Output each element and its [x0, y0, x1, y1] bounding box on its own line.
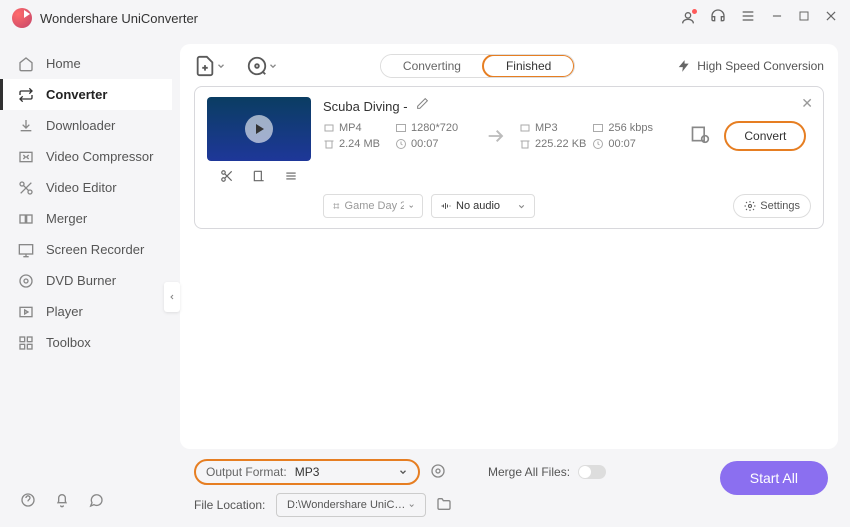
dst-size: 225.22 KB: [535, 138, 586, 150]
video-thumbnail[interactable]: [207, 97, 311, 161]
file-card: ✕ Scuba Diving -: [194, 86, 824, 229]
sidebar-item-recorder[interactable]: Screen Recorder: [0, 234, 172, 265]
sidebar: Home Converter Downloader Video Compress…: [0, 36, 172, 527]
high-speed-label[interactable]: High Speed Conversion: [677, 59, 824, 73]
titlebar: Wondershare UniConverter: [0, 0, 850, 36]
output-settings-icon[interactable]: [690, 124, 710, 149]
meta-grid: MP4 2.24 MB 1280*720 00:07 MP3 225.22 KB: [323, 121, 811, 151]
sidebar-label: Screen Recorder: [46, 242, 144, 257]
start-all-button[interactable]: Start All: [720, 461, 828, 495]
support-icon[interactable]: [710, 8, 726, 29]
sidebar-label: Downloader: [46, 118, 115, 133]
high-speed-text: High Speed Conversion: [697, 59, 824, 73]
arrow-icon: [485, 125, 507, 147]
main-layout: Home Converter Downloader Video Compress…: [0, 36, 850, 527]
maximize-icon[interactable]: [798, 9, 810, 27]
merge-label: Merge All Files:: [488, 465, 570, 479]
tool-icons: [194, 55, 278, 77]
file-info: Scuba Diving - MP4 2.24 MB 1280*720 00:0…: [323, 97, 811, 188]
subtitle-value: Game Day 201...: [345, 200, 404, 212]
collapse-sidebar-button[interactable]: [164, 282, 180, 312]
audio-select[interactable]: No audio: [431, 194, 535, 218]
dst-bitrate: 256 kbps: [608, 122, 653, 134]
sidebar-item-merger[interactable]: Merger: [0, 203, 172, 234]
sidebar-label: Player: [46, 304, 83, 319]
footer-icons: [20, 492, 104, 513]
account-icon[interactable]: [680, 10, 696, 26]
src-res: 1280*720: [411, 122, 458, 134]
preview-icon[interactable]: [430, 463, 446, 482]
tab-converting[interactable]: Converting: [381, 55, 483, 77]
minimize-icon[interactable]: [770, 9, 784, 28]
thumb-tools: [207, 169, 311, 188]
sidebar-item-editor[interactable]: Video Editor: [0, 172, 172, 203]
notification-icon[interactable]: [54, 492, 70, 513]
crop-icon[interactable]: [252, 169, 266, 188]
file-location-select[interactable]: D:\Wondershare UniConverter: [276, 493, 426, 517]
output-format-value: MP3: [295, 465, 320, 479]
app-logo-icon: [12, 8, 32, 28]
sidebar-label: Home: [46, 56, 81, 71]
sidebar-item-compressor[interactable]: Video Compressor: [0, 141, 172, 172]
more-icon[interactable]: [284, 169, 298, 188]
content: Converting Finished High Speed Conversio…: [172, 36, 850, 527]
add-dvd-button[interactable]: [246, 55, 278, 77]
add-file-button[interactable]: [194, 55, 226, 77]
file-location-value: D:\Wondershare UniConverter: [287, 499, 408, 511]
sidebar-item-home[interactable]: Home: [0, 48, 172, 79]
thumb-wrap: [207, 97, 311, 188]
sidebar-item-dvd[interactable]: DVD Burner: [0, 265, 172, 296]
sidebar-item-converter[interactable]: Converter: [0, 79, 172, 110]
edit-title-icon[interactable]: [416, 97, 429, 115]
remove-file-icon[interactable]: ✕: [801, 95, 813, 112]
feedback-icon[interactable]: [88, 492, 104, 513]
top-panel: Converting Finished High Speed Conversio…: [180, 44, 838, 449]
merge-toggle-group: Merge All Files:: [488, 465, 606, 479]
src-format: MP4: [339, 122, 362, 134]
settings-label: Settings: [760, 200, 800, 212]
sidebar-item-downloader[interactable]: Downloader: [0, 110, 172, 141]
sidebar-item-toolbox[interactable]: Toolbox: [0, 327, 172, 358]
audio-value: No audio: [456, 200, 500, 212]
convert-button[interactable]: Convert: [724, 121, 806, 151]
sidebar-label: Merger: [46, 211, 87, 226]
file-location-label: File Location:: [194, 498, 266, 512]
trim-icon[interactable]: [220, 169, 234, 188]
notification-dot-icon: [692, 9, 697, 14]
output-format-label: Output Format:: [206, 465, 287, 479]
title-right: [680, 8, 838, 29]
close-icon[interactable]: [824, 9, 838, 28]
sidebar-label: Toolbox: [46, 335, 91, 350]
sidebar-label: DVD Burner: [46, 273, 116, 288]
open-folder-icon[interactable]: [436, 496, 452, 515]
help-icon[interactable]: [20, 492, 36, 513]
toolbar: Converting Finished High Speed Conversio…: [194, 54, 824, 78]
sidebar-item-player[interactable]: Player: [0, 296, 172, 327]
dst-dur: 00:07: [608, 138, 636, 150]
file-title: Scuba Diving -: [323, 99, 408, 114]
tab-finished[interactable]: Finished: [482, 54, 575, 78]
src-dur: 00:07: [411, 138, 439, 150]
dst-format: MP3: [535, 122, 558, 134]
sidebar-label: Video Compressor: [46, 149, 153, 164]
settings-button[interactable]: Settings: [733, 194, 811, 218]
merge-toggle[interactable]: [578, 465, 606, 479]
sidebar-label: Video Editor: [46, 180, 117, 195]
output-format-select[interactable]: Output Format: MP3: [194, 459, 420, 485]
subtitle-select[interactable]: Game Day 201...: [323, 194, 423, 218]
sidebar-label: Converter: [46, 87, 107, 102]
src-size: 2.24 MB: [339, 138, 380, 150]
app-title: Wondershare UniConverter: [40, 11, 198, 26]
menu-icon[interactable]: [740, 8, 756, 29]
tab-segment: Converting Finished: [380, 54, 575, 78]
title-left: Wondershare UniConverter: [12, 8, 198, 28]
play-icon: [245, 115, 273, 143]
second-row: Game Day 201... No audio Settings: [323, 194, 811, 218]
